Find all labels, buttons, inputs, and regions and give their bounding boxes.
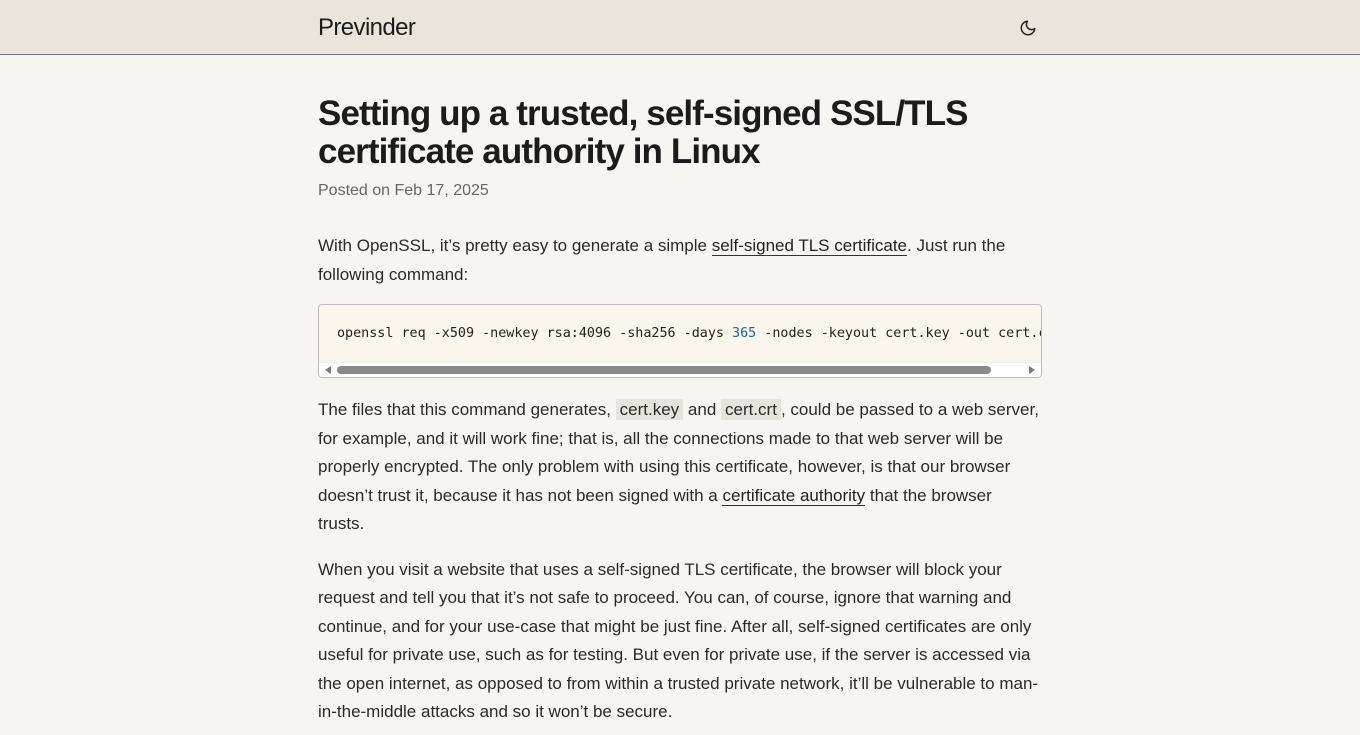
scroll-right-arrow-icon[interactable]: [1029, 366, 1035, 374]
scroll-left-arrow-icon[interactable]: [325, 366, 331, 374]
certificate-authority-link[interactable]: certificate authority: [722, 485, 866, 506]
paragraph-intro: With OpenSSL, it’s pretty easy to genera…: [318, 232, 1042, 289]
self-signed-tls-link[interactable]: self-signed TLS certificate: [711, 236, 907, 256]
post-date: Posted on Feb 17, 2025: [318, 182, 489, 199]
top-bar-inner: Previnder: [318, 0, 1042, 55]
inline-code-cert-key: cert.key: [615, 399, 684, 420]
code-block[interactable]: openssl req -x509 -newkey rsa:4096 -sha2…: [318, 304, 1042, 378]
files-text-2: and: [683, 400, 721, 419]
post-title: Setting up a trusted, self-signed SSL/TL…: [318, 94, 968, 171]
inline-code-cert-crt: cert.crt: [721, 399, 781, 420]
moon-icon: [1020, 20, 1036, 35]
code-number: 365: [732, 326, 757, 341]
code-horizontal-scrollbar[interactable]: [319, 362, 1041, 377]
code-text-before: openssl req -x509 -newkey rsa:4096 -sha2…: [337, 326, 733, 341]
intro-text-before: With OpenSSL, it’s pretty easy to genera…: [318, 236, 712, 255]
code-line: openssl req -x509 -newkey rsa:4096 -sha2…: [319, 305, 1041, 362]
scroll-thumb[interactable]: [337, 366, 991, 374]
paragraph-files: The files that this command generates, c…: [318, 396, 1042, 539]
files-text-1: The files that this command generates,: [318, 400, 616, 419]
code-text-after: -nodes -keyout cert.key -out cert.crt: [756, 326, 1041, 341]
top-bar: Previnder: [0, 0, 1360, 55]
post-content: Setting up a trusted, self-signed SSL/TL…: [318, 95, 1042, 727]
theme-toggle-button[interactable]: [1017, 17, 1039, 39]
site-title-link[interactable]: Previnder: [318, 14, 416, 42]
paragraph-visit: When you visit a website that uses a sel…: [318, 559, 1039, 722]
